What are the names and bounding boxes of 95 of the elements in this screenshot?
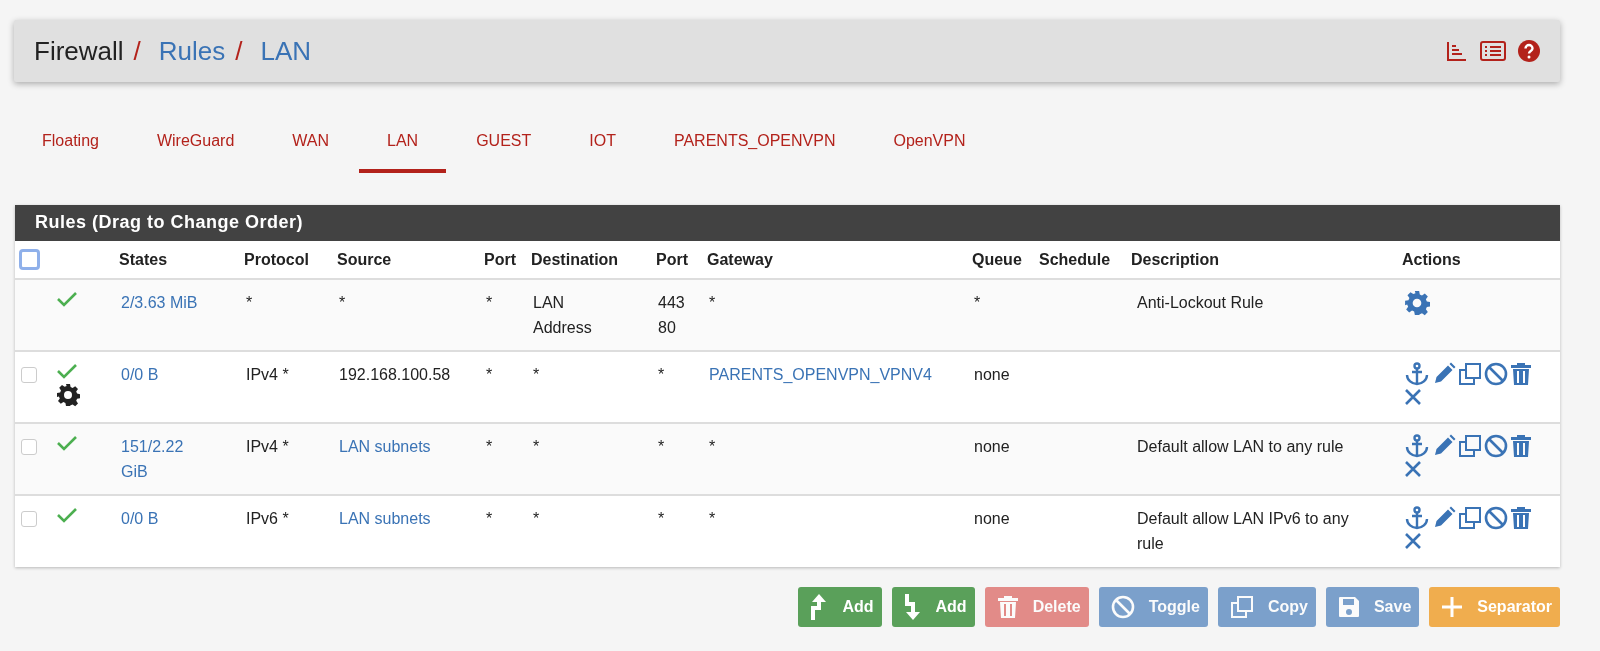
states-link[interactable]: 151/2.22 GiB: [121, 434, 209, 484]
column-header: States: [119, 250, 168, 268]
close-icon[interactable]: [1404, 532, 1422, 550]
tab[interactable]: OpenVPN: [865, 122, 994, 173]
tab[interactable]: GUEST: [448, 122, 560, 173]
table-cell: none: [974, 366, 1010, 383]
table-cell: *: [486, 438, 493, 455]
column-header: Queue: [972, 250, 1022, 268]
table-cell: *: [709, 510, 716, 527]
gateway-link[interactable]: PARENTS_OPENVPN_VPNV4: [709, 366, 932, 383]
edit-icon[interactable]: [1432, 506, 1456, 530]
column-header: Schedule: [1039, 250, 1111, 268]
help-icon[interactable]: [1518, 40, 1540, 62]
tab[interactable]: WAN: [264, 122, 357, 173]
table-cell-text: LAN Address: [533, 293, 593, 338]
add-bottom-button[interactable]: Add: [891, 587, 975, 627]
row-checkbox[interactable]: [21, 439, 37, 455]
copy-icon[interactable]: [1458, 362, 1482, 386]
tab[interactable]: IOT: [561, 122, 644, 173]
tab[interactable]: Floating: [14, 122, 127, 173]
table-cell: *: [658, 438, 665, 455]
close-icon[interactable]: [1404, 388, 1422, 406]
row-checkbox[interactable]: [21, 511, 37, 527]
arrow-up-icon: [810, 594, 829, 620]
copy-icon[interactable]: [1458, 506, 1482, 530]
settings-icon[interactable]: [1404, 290, 1430, 316]
tab[interactable]: PARENTS_OPENVPN: [645, 122, 864, 173]
ban-icon[interactable]: [1484, 434, 1508, 458]
table-cell: *: [658, 510, 665, 527]
copy-icon[interactable]: [1458, 434, 1482, 458]
table-cell: 192.168.100.58: [339, 366, 451, 383]
page-title: Firewall: [34, 35, 124, 67]
chart-icon[interactable]: [1446, 40, 1468, 62]
table-cell-text: *: [533, 365, 540, 385]
table-cell-text: *: [533, 509, 540, 529]
arrow-down-icon: [903, 594, 922, 620]
ban-icon: [1110, 595, 1135, 619]
close-icon[interactable]: [1404, 460, 1422, 478]
row-checkbox[interactable]: [21, 367, 37, 383]
select-all-checkbox[interactable]: [19, 249, 40, 270]
delete-icon[interactable]: [1510, 506, 1532, 530]
anchor-icon[interactable]: [1404, 362, 1430, 386]
table-cell: IPv6 *: [246, 510, 289, 527]
table-cell: none: [974, 438, 1010, 455]
tab[interactable]: LAN: [359, 122, 447, 173]
anchor-icon[interactable]: [1404, 434, 1430, 458]
table-cell: none: [974, 510, 1010, 527]
gear-icon: [56, 383, 80, 407]
tab[interactable]: WireGuard: [128, 122, 263, 173]
delete-icon[interactable]: [1510, 434, 1532, 458]
column-header: Source: [337, 250, 392, 268]
list-icon[interactable]: [1480, 40, 1506, 62]
breadcrumb-separator: /: [133, 35, 141, 67]
ban-icon[interactable]: [1484, 506, 1508, 530]
plus-icon: [1441, 596, 1464, 618]
anchor-icon[interactable]: [1404, 506, 1430, 530]
table-cell: *: [658, 366, 665, 383]
table-cell-text: Default allow LAN IPv6 to any rule: [1137, 509, 1350, 554]
table-cell: *: [709, 294, 716, 311]
table-cell-text: *: [533, 437, 540, 457]
states-link[interactable]: 2/3.63 MiB: [121, 290, 198, 315]
add-top-button[interactable]: Add: [798, 587, 882, 627]
table-cell: *: [339, 294, 346, 311]
panel-title: Rules (Drag to Change Order): [15, 205, 1560, 241]
table-cell: *: [709, 438, 716, 455]
column-header: Protocol: [244, 250, 309, 268]
table-cell-text: Anti-Lockout Rule: [1137, 293, 1264, 313]
source-link[interactable]: LAN subnets: [339, 438, 431, 455]
table-cell: *: [486, 366, 493, 383]
table-cell: *: [486, 294, 493, 311]
column-header: Port: [484, 250, 516, 268]
table-cell-text: Default allow LAN to any rule: [1137, 437, 1344, 457]
table-cell: 443 80: [658, 294, 685, 336]
states-link[interactable]: 0/0 B: [121, 506, 159, 531]
column-header: Port: [656, 250, 688, 268]
edit-icon[interactable]: [1432, 362, 1456, 386]
breadcrumb-separator: /: [235, 35, 243, 67]
table-cell: IPv4 *: [246, 366, 289, 383]
table-cell: *: [246, 294, 253, 311]
breadcrumb-link[interactable]: LAN: [260, 35, 312, 67]
ban-icon[interactable]: [1484, 362, 1508, 386]
edit-icon[interactable]: [1432, 434, 1456, 458]
delete-icon[interactable]: [1510, 362, 1532, 386]
source-link[interactable]: LAN subnets: [339, 510, 431, 527]
column-header: Destination: [531, 250, 619, 268]
column-header: Description: [1131, 250, 1219, 268]
table-cell: *: [486, 510, 493, 527]
table-cell: IPv4 *: [246, 438, 289, 455]
column-header: Gateway: [707, 250, 773, 268]
breadcrumb-link[interactable]: Rules: [158, 35, 226, 67]
copy-icon: [1229, 595, 1254, 619]
states-link[interactable]: 0/0 B: [121, 362, 159, 387]
column-header: Actions: [1402, 250, 1461, 268]
trash-icon: [996, 595, 1019, 619]
table-cell: *: [974, 294, 981, 311]
